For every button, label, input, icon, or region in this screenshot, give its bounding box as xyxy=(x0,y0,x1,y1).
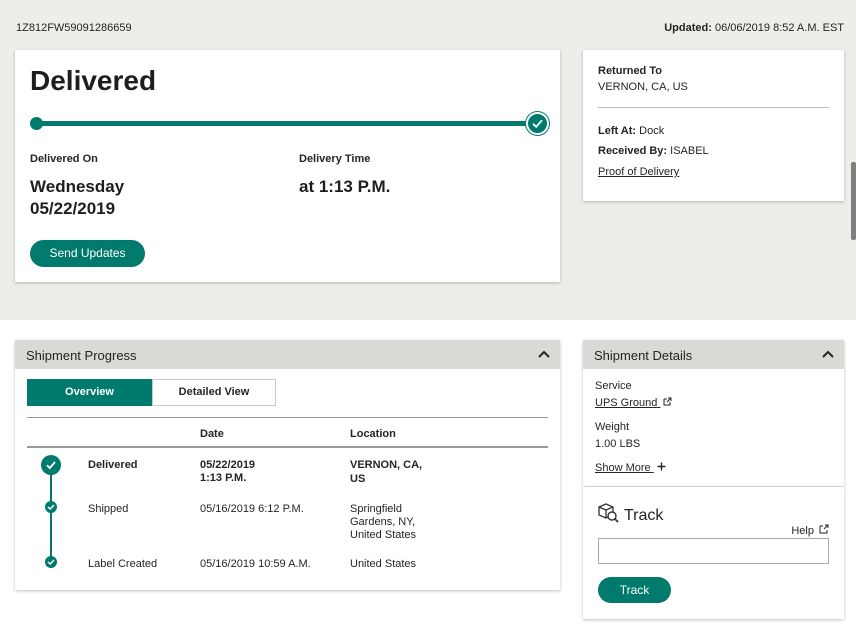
panel-title: Shipment Details xyxy=(594,348,693,363)
delivered-check-icon xyxy=(41,455,61,475)
weight-value: 1.00 LBS xyxy=(595,438,641,450)
show-more-label: Show More xyxy=(595,462,651,474)
progress-bar xyxy=(37,121,543,126)
status-title: Delivered xyxy=(30,65,157,96)
row-location: United States xyxy=(350,558,417,570)
shipment-progress-panel: Shipment Progress Overview Detailed View… xyxy=(15,340,560,590)
delivered-on-day: Wednesday xyxy=(30,177,125,196)
left-at: Left At: Dock xyxy=(598,125,664,137)
label-created-check-icon xyxy=(45,556,57,568)
progress-start-dot xyxy=(30,117,43,130)
tab-overview[interactable]: Overview xyxy=(27,379,152,406)
delivery-time-value: at 1:13 P.M. xyxy=(299,177,391,196)
shipped-check-icon xyxy=(45,501,57,513)
tracking-number: 1Z812FW59091286659 xyxy=(16,22,132,34)
divider xyxy=(598,107,829,108)
delivery-status-card: Delivered Delivered On Wednesday 05/22/2… xyxy=(15,50,560,282)
updated-value: 06/06/2019 8:52 A.M. EST xyxy=(714,22,844,34)
track-button[interactable]: Track xyxy=(598,577,671,603)
service-value: UPS Ground xyxy=(595,397,658,409)
column-header-location: Location xyxy=(350,428,396,440)
send-updates-button[interactable]: Send Updates xyxy=(30,240,145,267)
row-location: Springfield xyxy=(350,503,402,515)
tracking-number-input[interactable] xyxy=(598,538,829,564)
track-card: Track Help Track xyxy=(583,487,844,619)
chevron-up-icon[interactable] xyxy=(822,349,834,359)
service-label: Service xyxy=(595,380,632,392)
left-at-label: Left At: xyxy=(598,125,637,137)
table-header-rule xyxy=(27,446,548,448)
updated-timestamp: Updated: 06/06/2019 8:52 A.M. EST xyxy=(664,22,844,34)
row-date: 05/22/2019 xyxy=(200,459,256,471)
shipment-details-panel: Shipment Details Service UPS Ground Weig… xyxy=(583,340,844,486)
delivered-on-date: 05/22/2019 xyxy=(30,199,116,218)
plus-icon xyxy=(657,462,666,471)
returned-to-label: Returned To xyxy=(598,65,662,77)
chevron-up-icon[interactable] xyxy=(538,349,550,359)
row-location: United States xyxy=(350,529,417,541)
timeline-line xyxy=(50,474,52,562)
package-search-icon xyxy=(598,503,619,523)
table-rule xyxy=(27,417,548,418)
delivery-time-label: Delivery Time xyxy=(299,153,371,165)
help-link[interactable]: Help xyxy=(791,524,829,537)
row-status: Delivered xyxy=(88,459,138,471)
row-location: US xyxy=(350,473,366,485)
panel-title: Shipment Progress xyxy=(26,348,137,363)
show-more-link[interactable]: Show More xyxy=(595,462,666,474)
proof-of-delivery-link[interactable]: Proof of Delivery xyxy=(598,166,679,178)
tab-detailed-view[interactable]: Detailed View xyxy=(152,379,276,406)
external-link-icon xyxy=(663,397,672,406)
returned-info-card: Returned To VERNON, CA, US Left At: Dock… xyxy=(583,50,844,201)
received-by: Received By: ISABEL xyxy=(598,145,709,157)
row-location: VERNON, CA, xyxy=(350,459,423,471)
row-time: 1:13 P.M. xyxy=(200,472,247,484)
delivered-on-label: Delivered On xyxy=(30,153,98,165)
received-by-value: ISABEL xyxy=(670,145,709,157)
returned-to-value: VERNON, CA, US xyxy=(598,81,688,93)
weight-label: Weight xyxy=(595,421,630,433)
left-at-value: Dock xyxy=(639,125,665,137)
received-by-label: Received By: xyxy=(598,145,668,157)
panel-header[interactable]: Shipment Details xyxy=(583,340,844,369)
row-status: Label Created xyxy=(88,558,158,570)
external-link-icon xyxy=(819,524,829,534)
row-status: Shipped xyxy=(88,503,129,515)
service-link[interactable]: UPS Ground xyxy=(595,397,672,409)
updated-label: Updated: xyxy=(664,22,712,34)
panel-header[interactable]: Shipment Progress xyxy=(15,340,560,369)
track-title: Track xyxy=(624,507,664,524)
progress-complete-check-icon xyxy=(526,112,549,135)
column-header-date: Date xyxy=(200,428,224,440)
row-location: Gardens, NY, xyxy=(350,516,416,528)
scrollbar-thumb[interactable] xyxy=(851,162,856,240)
row-date: 05/16/2019 6:12 P.M. xyxy=(200,503,304,515)
help-label: Help xyxy=(791,525,814,537)
row-date: 05/16/2019 10:59 A.M. xyxy=(200,558,311,570)
